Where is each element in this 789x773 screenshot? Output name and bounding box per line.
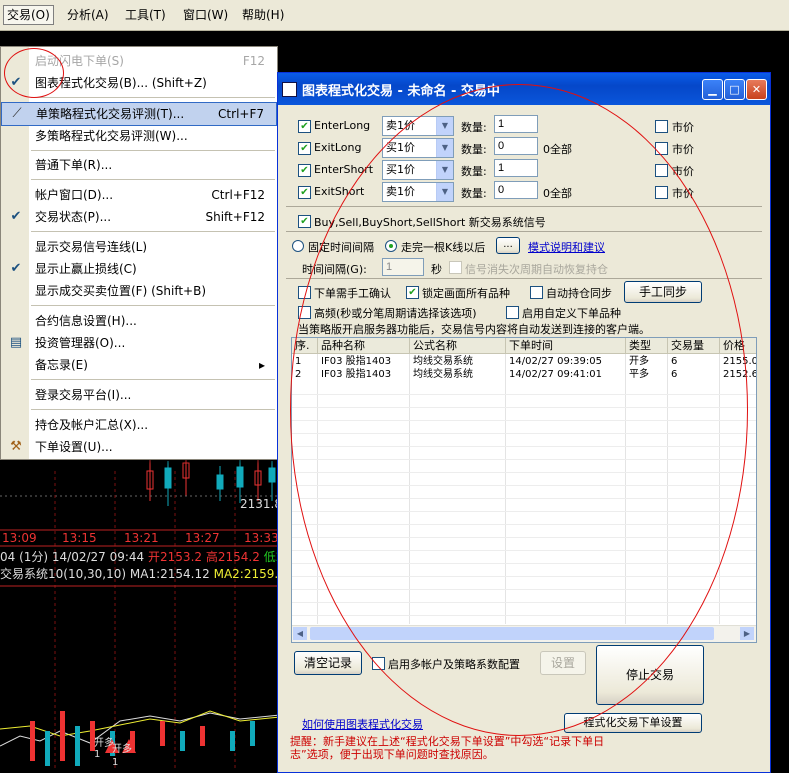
price-label: 2131.8	[240, 497, 280, 511]
menu-item-multi-strategy-eval[interactable]: 多策略程式化交易评测(W)...	[1, 125, 277, 147]
menubar-trade[interactable]: 交易(O)	[3, 5, 54, 25]
trade-mark: 1	[94, 749, 101, 760]
menubar-window[interactable]: 窗口(W)	[180, 6, 231, 24]
enterlong-label: EnterLong	[314, 119, 371, 132]
menu-item-label: 投资管理器(O)...	[35, 336, 126, 350]
minimize-icon[interactable]: ▁	[702, 79, 723, 100]
howto-link[interactable]: 如何使用图表程式化交易	[302, 716, 423, 732]
wand-icon: ⟋	[12, 106, 22, 121]
menu-item-position-summary[interactable]: 持仓及帐户汇总(X)...	[1, 414, 277, 436]
window-icon	[282, 82, 297, 97]
scroll-left-icon[interactable]: ◀	[293, 627, 307, 640]
clear-log-button[interactable]: 清空记录	[294, 651, 362, 675]
menu-separator	[31, 231, 275, 232]
trade-menu: 启动闪电下单(S) F12 ✔ 图表程式化交易(B)... (Shift+Z) …	[0, 46, 278, 460]
menu-item-normal-order[interactable]: 普通下单(R)...	[1, 154, 277, 176]
menu-item-shortcut: Shift+F12	[205, 210, 265, 224]
market-label: 市价	[672, 121, 694, 134]
menu-item-label: 帐户窗口(D)...	[35, 188, 114, 202]
tip-text: 提醒：新手建议在上述“程式化交易下单设置”中勾选“记录下单日志”选项，便于出现下…	[290, 735, 605, 761]
menu-separator	[31, 179, 275, 180]
submenu-arrow-icon: ▸	[258, 358, 265, 372]
chart-indicator-line: 交易系统10(10,30,10) MA1:2154.12 MA2:2159.5	[0, 565, 280, 582]
maximize-icon[interactable]: □	[724, 79, 745, 100]
tools-icon: ⚒	[10, 439, 22, 454]
menu-item-signal-lines[interactable]: 显示交易信号连线(L)	[1, 236, 277, 258]
chart-info-line: 04 (1分) 14/02/27 09:44 开2153.2 高2154.2 低…	[0, 548, 280, 565]
trade-mark: 开多	[112, 744, 132, 755]
close-icon[interactable]: ✕	[746, 79, 767, 100]
indicator-name: 交易系统10(10,30,10)	[0, 567, 127, 581]
menu-item-label: 单策略程式化交易评测(T)...	[36, 107, 185, 121]
menu-item-label: 登录交易平台(I)...	[35, 388, 132, 402]
menu-item-trade-status[interactable]: ✔ 交易状态(P)... Shift+F12	[1, 206, 277, 228]
trade-mark: 开多	[94, 738, 114, 749]
trade-mark: 1	[112, 757, 119, 768]
menu-item-label: 备忘录(E)	[35, 358, 88, 372]
menu-item-label: 显示交易信号连线(L)	[35, 240, 148, 254]
menubar-analysis[interactable]: 分析(A)	[64, 6, 112, 24]
menu-item-stop-lines[interactable]: ✔ 显示止赢止损线(C)	[1, 258, 277, 280]
time-label: 13:21	[124, 531, 159, 545]
menu-separator	[31, 305, 275, 306]
menu-item-shortcut: Ctrl+F7	[218, 107, 264, 121]
check-icon: ✔	[10, 209, 22, 224]
menu-item-memo[interactable]: 备忘录(E) ▸	[1, 354, 277, 376]
menu-item-fill-positions[interactable]: 显示成交买卖位置(F) (Shift+B)	[1, 280, 277, 302]
exitshort-checkbox[interactable]: ✔	[298, 186, 311, 199]
time-label: 13:33	[244, 531, 279, 545]
menu-item-shortcut: Ctrl+F12	[211, 188, 265, 202]
time-label: 13:09	[2, 531, 37, 545]
menu-item-label: 下单设置(U)...	[35, 440, 113, 454]
exitlong-checkbox[interactable]: ✔	[298, 142, 311, 155]
enterlong-checkbox[interactable]: ✔	[298, 120, 311, 133]
portfolio-icon: ▤	[9, 335, 23, 350]
menu-item-shortcut: F12	[242, 54, 265, 68]
ma2-value: MA2:2159.5	[213, 567, 280, 581]
menu-item-order-settings[interactable]: ⚒ 下单设置(U)...	[1, 436, 277, 458]
annotation-circle	[4, 48, 64, 98]
fixed-interval-radio[interactable]	[292, 240, 304, 252]
menu-separator	[31, 97, 275, 98]
menu-separator	[31, 409, 275, 410]
menu-item-account-window[interactable]: 帐户窗口(D)... Ctrl+F12	[1, 184, 277, 206]
menu-item-label: 多策略程式化交易评测(W)...	[35, 129, 188, 143]
menu-item-label: 交易状态(P)...	[35, 210, 112, 224]
bar-info: 04 (1分) 14/02/27 09:44	[0, 550, 145, 564]
time-label: 13:15	[62, 531, 97, 545]
menu-item-label: 合约信息设置(H)...	[35, 314, 137, 328]
scroll-right-icon[interactable]: ▶	[740, 627, 754, 640]
menu-separator	[31, 379, 275, 380]
check-icon: ✔	[10, 261, 22, 276]
open-value: 开2153.2	[148, 550, 203, 564]
market-label: 市价	[672, 143, 694, 156]
exitlong-label: ExitLong	[314, 141, 362, 154]
time-label: 13:27	[185, 531, 220, 545]
menubar-tools[interactable]: 工具(T)	[122, 6, 169, 24]
menubar-help[interactable]: 帮助(H)	[239, 6, 287, 24]
menu-item-login-platform[interactable]: 登录交易平台(I)...	[1, 384, 277, 406]
menu-item-label: 普通下单(R)...	[35, 158, 113, 172]
annotation-oval	[290, 84, 748, 736]
high-value: 高2154.2	[205, 550, 260, 564]
menu-bar: 交易(O) 分析(A) 工具(T) 窗口(W) 帮助(H)	[0, 0, 789, 31]
menu-item-single-strategy-eval[interactable]: ⟋ 单策略程式化交易评测(T)... Ctrl+F7	[1, 102, 277, 126]
menu-item-portfolio-manager[interactable]: ▤ 投资管理器(O)...	[1, 332, 277, 354]
menu-item-label: 持仓及帐户汇总(X)...	[35, 418, 149, 432]
ma1-value: MA1:2154.12	[129, 567, 210, 581]
menu-item-label: 显示成交买卖位置(F) (Shift+B)	[35, 284, 207, 298]
menu-item-label: 显示止赢止损线(C)	[35, 262, 137, 276]
enterlong-market-checkbox[interactable]	[655, 120, 668, 133]
signal-checkbox[interactable]: ✔	[298, 215, 311, 228]
menu-item-contract-settings[interactable]: 合约信息设置(H)...	[1, 310, 277, 332]
menu-separator	[31, 150, 275, 151]
entershort-checkbox[interactable]: ✔	[298, 164, 311, 177]
